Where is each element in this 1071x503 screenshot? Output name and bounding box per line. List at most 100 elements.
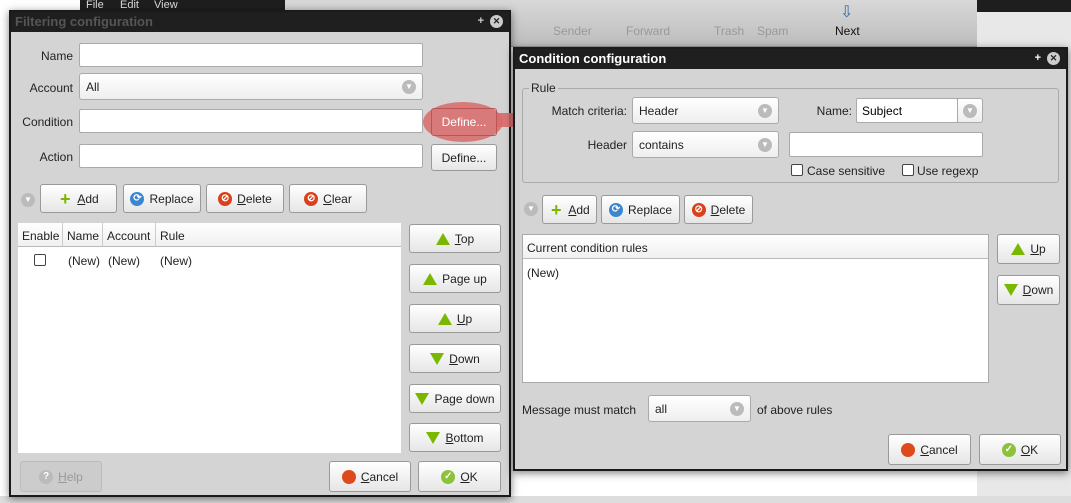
match-mode-value: all xyxy=(655,402,668,416)
arrow-up-icon xyxy=(437,312,452,325)
page-up-button[interactable]: Page up xyxy=(409,264,501,293)
close-icon[interactable]: ✕ xyxy=(490,15,503,28)
cancel-label: Cancel xyxy=(920,442,958,457)
chevron-down-icon: ▼ xyxy=(758,104,772,118)
add-label: Add xyxy=(77,191,99,206)
condition-input[interactable] xyxy=(79,109,423,133)
bottom-icon xyxy=(426,431,441,444)
delete-button[interactable]: ⊘ Delete xyxy=(206,184,284,213)
header-label: Header xyxy=(587,138,627,152)
menu-view[interactable]: View xyxy=(154,0,178,11)
no-entry-icon: ⊘ xyxy=(218,191,233,206)
maximize-icon[interactable]: + xyxy=(478,15,484,27)
case-sensitive-label[interactable]: Case sensitive xyxy=(807,164,885,178)
up-label: Up xyxy=(1030,242,1046,256)
down-button[interactable]: Down xyxy=(409,344,501,373)
spam-button[interactable]: Spam xyxy=(757,24,788,38)
menu-file[interactable]: File xyxy=(86,0,104,11)
dialog-title: Condition configuration xyxy=(519,51,667,66)
cancel-button[interactable]: Cancel xyxy=(329,461,411,492)
name-input[interactable] xyxy=(79,43,423,67)
account-select[interactable]: All ▼ xyxy=(79,73,423,100)
maximize-icon[interactable]: + xyxy=(1035,52,1041,64)
page-down-button[interactable]: Page down xyxy=(409,384,501,413)
define-label: Define... xyxy=(441,115,487,129)
action-input[interactable] xyxy=(79,144,423,168)
clear-label: Clear xyxy=(323,191,352,206)
condition-title-bar[interactable]: Condition configuration + ✕ xyxy=(515,49,1066,69)
collapse-toggle[interactable]: ▼ xyxy=(524,202,538,216)
row-account: (New) xyxy=(108,254,140,268)
chevron-down-icon: ▼ xyxy=(963,104,977,118)
filtering-title-bar[interactable]: Filtering configuration + ✕ xyxy=(11,12,509,32)
top-icon xyxy=(435,232,450,245)
bg-bottom-strip xyxy=(0,496,1071,503)
down-label: Down xyxy=(449,351,480,366)
collapse-toggle[interactable]: ▼ xyxy=(21,193,35,207)
ok-button[interactable]: ✓ OK xyxy=(979,434,1061,465)
use-regexp-label[interactable]: Use regexp xyxy=(917,164,978,178)
define-label: Define... xyxy=(441,150,487,165)
up-button[interactable]: Up xyxy=(409,304,501,333)
check-icon: ✓ xyxy=(1001,442,1016,457)
top-button[interactable]: Top xyxy=(409,224,501,253)
add-label: Add xyxy=(568,202,590,217)
replace-button[interactable]: ⟳ Replace xyxy=(123,184,201,213)
filtering-dialog: Filtering configuration + ✕ Name Account … xyxy=(9,10,511,497)
account-value: All xyxy=(86,80,100,94)
add-button[interactable]: + Add xyxy=(542,195,597,224)
row-rule: (New) xyxy=(160,254,192,268)
header-name-dropdown[interactable]: ▼ xyxy=(957,98,983,123)
header-operator-select[interactable]: contains ▼ xyxy=(632,131,779,158)
bg-menubar: File Edit View xyxy=(80,0,285,11)
no-entry-icon: ⊘ xyxy=(304,191,319,206)
arrow-down-icon xyxy=(1003,284,1018,296)
menu-edit[interactable]: Edit xyxy=(120,0,139,11)
clear-button[interactable]: ⊘ Clear xyxy=(289,184,367,213)
top-label: Top xyxy=(454,231,475,246)
down-button[interactable]: Down xyxy=(997,275,1060,305)
page-up-label: Page up xyxy=(442,271,487,286)
trash-button[interactable]: Trash xyxy=(714,24,744,38)
chevron-down-icon: ▼ xyxy=(402,80,416,94)
ok-label: OK xyxy=(460,469,478,484)
refresh-icon: ⟳ xyxy=(130,191,145,206)
sender-button[interactable]: Sender xyxy=(553,24,592,38)
refresh-icon: ⟳ xyxy=(608,202,623,217)
define-action-button[interactable]: Define... xyxy=(431,144,497,171)
help-button[interactable]: ? Help xyxy=(20,461,102,492)
down-arrow-icon: ⇩ xyxy=(840,4,854,21)
plus-icon: + xyxy=(60,188,71,209)
match-criteria-select[interactable]: Header ▼ xyxy=(632,97,779,124)
replace-button[interactable]: ⟳ Replace xyxy=(601,195,680,224)
down-label: Down xyxy=(1022,283,1054,297)
forward-button[interactable]: Forward xyxy=(626,24,670,38)
next-button[interactable]: Next xyxy=(835,24,860,38)
column-rule[interactable]: Rule xyxy=(156,223,401,247)
delete-button[interactable]: ⊘ Delete xyxy=(684,195,753,224)
enable-checkbox[interactable] xyxy=(34,254,46,266)
cancel-button[interactable]: Cancel xyxy=(888,434,971,465)
header-name-input[interactable] xyxy=(856,98,958,123)
list-item[interactable]: (New) xyxy=(527,266,559,280)
header-value-input[interactable] xyxy=(789,132,983,157)
column-account[interactable]: Account xyxy=(103,223,156,247)
match-mode-select[interactable]: all ▼ xyxy=(648,395,751,422)
condition-rules-list[interactable]: Current condition rules (New) xyxy=(522,234,989,383)
table-row[interactable]: (New) (New) (New) xyxy=(18,253,401,273)
column-name[interactable]: Name xyxy=(63,223,103,247)
close-icon[interactable]: ✕ xyxy=(1047,52,1060,65)
chevron-down-icon: ▼ xyxy=(758,138,772,152)
up-button[interactable]: Up xyxy=(997,234,1060,264)
case-sensitive-checkbox[interactable] xyxy=(791,164,803,176)
column-enable[interactable]: Enable xyxy=(18,223,63,247)
use-regexp-checkbox[interactable] xyxy=(902,164,914,176)
bottom-button[interactable]: Bottom xyxy=(409,423,501,452)
define-condition-button[interactable]: Define... xyxy=(431,108,497,136)
condition-label: Condition xyxy=(22,115,73,129)
filter-table[interactable]: Enable Name Account Rule (New) (New) (Ne… xyxy=(18,223,401,453)
ok-button[interactable]: ✓ OK xyxy=(418,461,501,492)
arrow-up-icon xyxy=(1011,243,1026,255)
name-label: Name: xyxy=(816,104,852,118)
add-button[interactable]: + Add xyxy=(40,184,117,213)
